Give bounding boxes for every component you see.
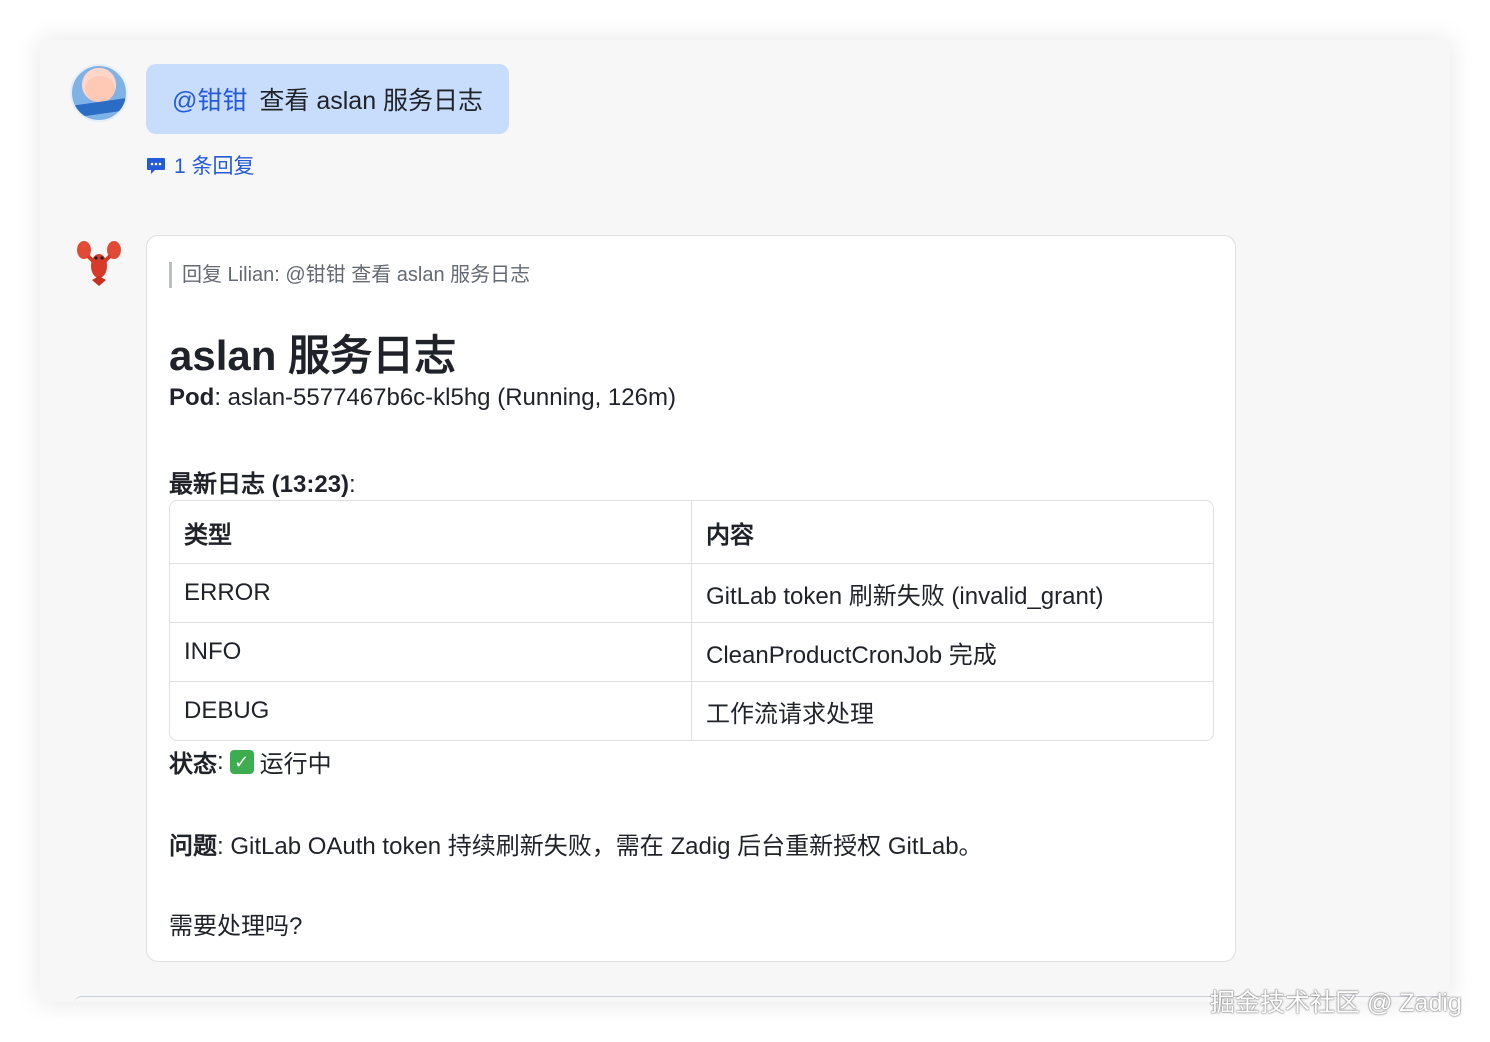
- comment-icon: [146, 157, 166, 174]
- card-title: aslan 服务日志: [169, 332, 457, 379]
- issue-label: 问题: [169, 833, 217, 860]
- status-separator: :: [217, 747, 224, 775]
- user-message-bubble[interactable]: @钳钳 查看 aslan 服务日志: [146, 64, 510, 134]
- pod-value: : aslan-5577467b6c-kl5hg (Running, 126m): [214, 384, 676, 411]
- reply-count: 1 条回复: [174, 155, 255, 178]
- avatar-band: [72, 98, 126, 118]
- reply-quote[interactable]: 回复 Lilian: @钳钳 查看 aslan 服务日志: [169, 262, 530, 288]
- logs-label: 最新日志 (13:23): [169, 471, 350, 498]
- cell-content: GitLab token 刷新失败 (invalid_grant): [692, 564, 1213, 623]
- header-content: 内容: [692, 501, 1213, 564]
- logs-heading: 最新日志 (13:23):: [169, 464, 356, 499]
- watermark: 掘金技术社区 @ Zadig: [1210, 989, 1462, 1017]
- table-row: INFO CleanProductCronJob 完成: [170, 623, 1213, 682]
- lobster-icon[interactable]: [72, 236, 126, 290]
- cell-type: ERROR: [170, 564, 692, 623]
- cell-type: INFO: [170, 623, 692, 682]
- user-avatar[interactable]: [70, 64, 128, 122]
- check-mark-icon: ✓: [229, 749, 254, 774]
- issue-value: : GitLab OAuth token 持续刷新失败，需在 Zadig 后台重…: [217, 833, 983, 860]
- table-row: DEBUG 工作流请求处理: [170, 682, 1213, 740]
- bot-message-card: 回复 Lilian: @钳钳 查看 aslan 服务日志 aslan 服务日志 …: [146, 235, 1236, 962]
- pod-label: Pod: [169, 384, 215, 411]
- thread-replies-link[interactable]: 1 条回复: [146, 150, 255, 180]
- cell-content: 工作流请求处理: [706, 700, 874, 728]
- issue-line: 问题: GitLab OAuth token 持续刷新失败，需在 Zadig 后…: [169, 826, 983, 861]
- status-label: 状态: [169, 751, 217, 778]
- logs-suffix: :: [349, 471, 356, 498]
- status-value: 运行中: [259, 751, 332, 778]
- chat-window: @钳钳 查看 aslan 服务日志 1 条回复 回复 Lilian: @钳钳 查…: [40, 40, 1450, 1002]
- header-type: 类型: [170, 501, 692, 564]
- cell-content: CleanProductCronJob 完成: [692, 623, 1213, 682]
- mention-link[interactable]: @钳钳: [172, 81, 247, 117]
- table-header-row: 类型 内容: [170, 501, 1213, 564]
- follow-up-question: 需要处理吗?: [169, 913, 303, 940]
- user-message-text: 查看 aslan 服务日志: [259, 87, 484, 115]
- avatar-face: [85, 76, 115, 102]
- pod-info: Pod: aslan-5577467b6c-kl5hg (Running, 12…: [169, 384, 676, 412]
- table-row: ERROR GitLab token 刷新失败 (invalid_grant): [170, 564, 1213, 623]
- cell-type: DEBUG: [170, 682, 692, 740]
- logs-table: 类型 内容 ERROR GitLab token 刷新失败 (invalid_g…: [169, 500, 1214, 741]
- status-line: 状态: ✓ 运行中: [169, 744, 332, 779]
